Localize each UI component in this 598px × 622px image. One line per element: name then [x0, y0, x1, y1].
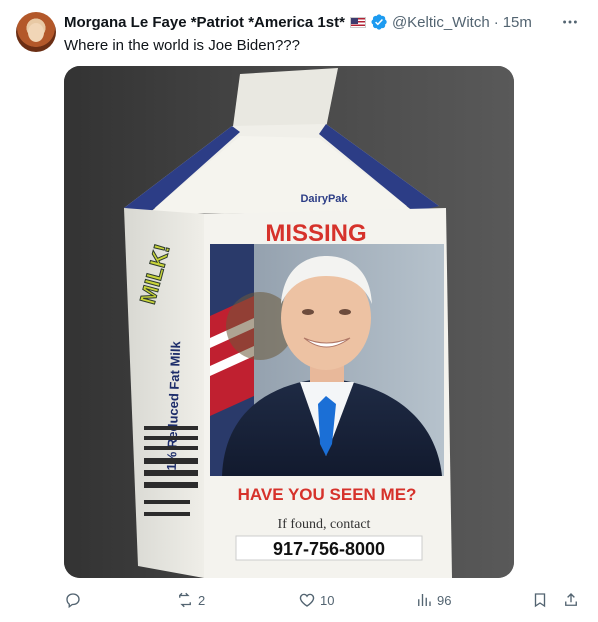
display-name[interactable]: Morgana Le Faye *Patriot *America 1st* — [64, 14, 345, 31]
repost-count: 2 — [198, 592, 206, 608]
heart-icon — [299, 593, 315, 607]
separator-dot: · — [493, 13, 499, 31]
share-icon — [565, 593, 577, 606]
contact-phone: 917-756-8000 — [273, 539, 385, 559]
missing-headline: MISSING — [265, 220, 366, 247]
milk-carton-image: DairyPak MISSING HAVE YOU SEEN ME? If fo… — [64, 66, 514, 578]
like-button[interactable]: 10 — [298, 588, 334, 612]
bookmark-button[interactable] — [531, 588, 549, 612]
user-handle[interactable]: @Keltic_Witch — [392, 14, 490, 31]
verified-badge-icon[interactable] — [370, 13, 388, 31]
tweet-text: Where in the world is Joe Biden??? — [64, 37, 300, 54]
avatar[interactable] — [16, 12, 56, 52]
like-count: 10 — [320, 592, 335, 608]
timestamp[interactable]: 15m — [503, 14, 532, 31]
tweet[interactable]: Morgana Le Faye *Patriot *America 1st* @… — [0, 0, 598, 622]
tweet-header: Morgana Le Faye *Patriot *America 1st* @… — [64, 12, 582, 32]
reply-button[interactable] — [64, 588, 86, 612]
repost-icon — [179, 592, 191, 608]
views-button[interactable]: 96 — [415, 588, 451, 612]
more-options-icon[interactable] — [560, 12, 580, 32]
share-button[interactable] — [562, 588, 580, 612]
have-you-seen-me: HAVE YOU SEEN ME? — [238, 485, 417, 504]
tweet-image[interactable]: DairyPak MISSING HAVE YOU SEEN ME? If fo… — [64, 66, 514, 578]
views-count: 96 — [437, 592, 452, 608]
repost-button[interactable]: 2 — [176, 588, 205, 612]
views-chart-icon — [418, 594, 431, 606]
bookmark-icon — [534, 593, 546, 608]
reply-icon — [66, 593, 80, 609]
us-flag-icon — [349, 16, 366, 28]
contact-label: If found, contact — [278, 517, 371, 532]
tweet-actions: 2 10 96 — [64, 588, 582, 612]
carton-brand: DairyPak — [300, 193, 348, 205]
